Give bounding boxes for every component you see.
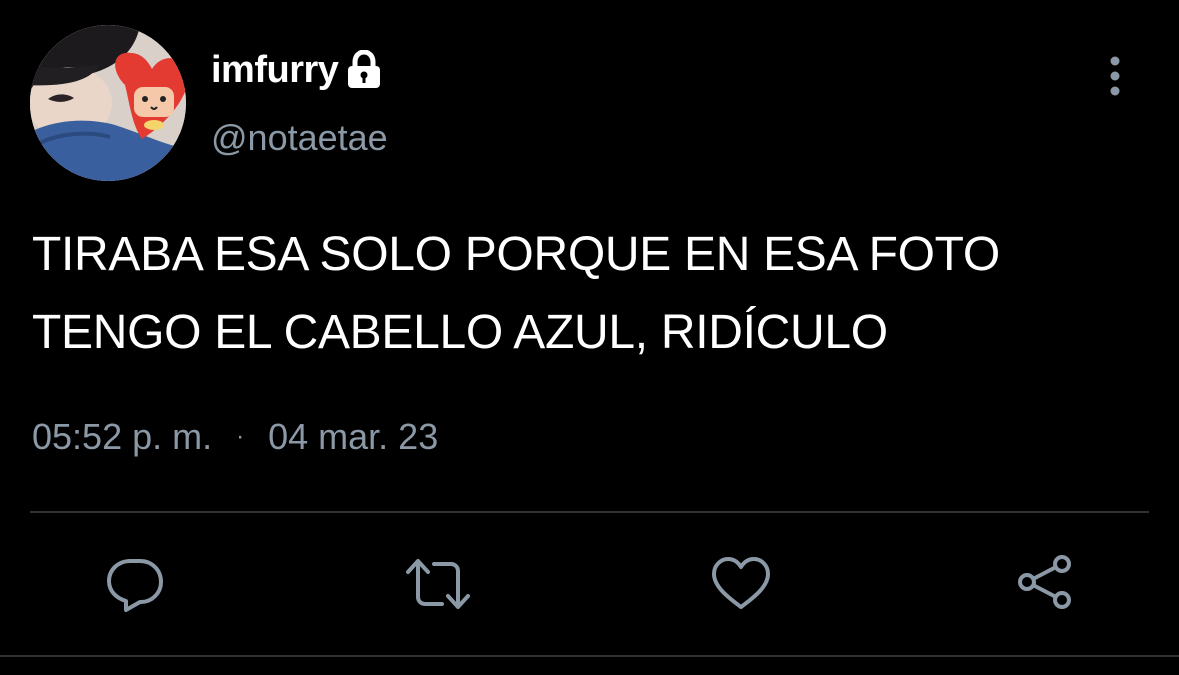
- reply-icon: [107, 559, 163, 612]
- meta-separator: ·: [236, 423, 245, 450]
- tweet-text: TIRABA ESA SOLO PORQUE EN ESA FOTO TENGO…: [32, 216, 1142, 372]
- retweet-button[interactable]: [404, 553, 470, 615]
- like-button[interactable]: [710, 553, 772, 615]
- share-button[interactable]: [1014, 553, 1076, 615]
- divider-bottom: [0, 655, 1179, 657]
- lock-icon: [346, 49, 382, 90]
- tweet-text-line-2: TENGO EL CABELLO AZUL, RIDÍCULO: [32, 306, 888, 359]
- profile-photo-icon: [30, 25, 186, 181]
- divider: [30, 511, 1149, 513]
- heart-icon: [712, 557, 770, 609]
- more-vertical-icon[interactable]: [1098, 55, 1132, 97]
- display-name-row: imfurry: [211, 42, 382, 98]
- tweet-detail: imfurry @notaetae TIRABA ESA SOLO PORQUE…: [0, 0, 1179, 675]
- display-name[interactable]: imfurry: [211, 49, 339, 92]
- reply-button[interactable]: [104, 553, 166, 615]
- tweet-text-line-1: TIRABA ESA SOLO PORQUE EN ESA FOTO: [32, 228, 1000, 281]
- tweet-date: 04 mar. 23: [268, 416, 439, 457]
- tweet-timestamp: 05:52 p. m. · 04 mar. 23: [32, 412, 438, 462]
- avatar[interactable]: [30, 25, 186, 181]
- user-handle[interactable]: @notaetae: [211, 117, 388, 159]
- share-icon: [1018, 555, 1071, 609]
- retweet-icon: [406, 559, 470, 609]
- tweet-time: 05:52 p. m.: [32, 416, 213, 457]
